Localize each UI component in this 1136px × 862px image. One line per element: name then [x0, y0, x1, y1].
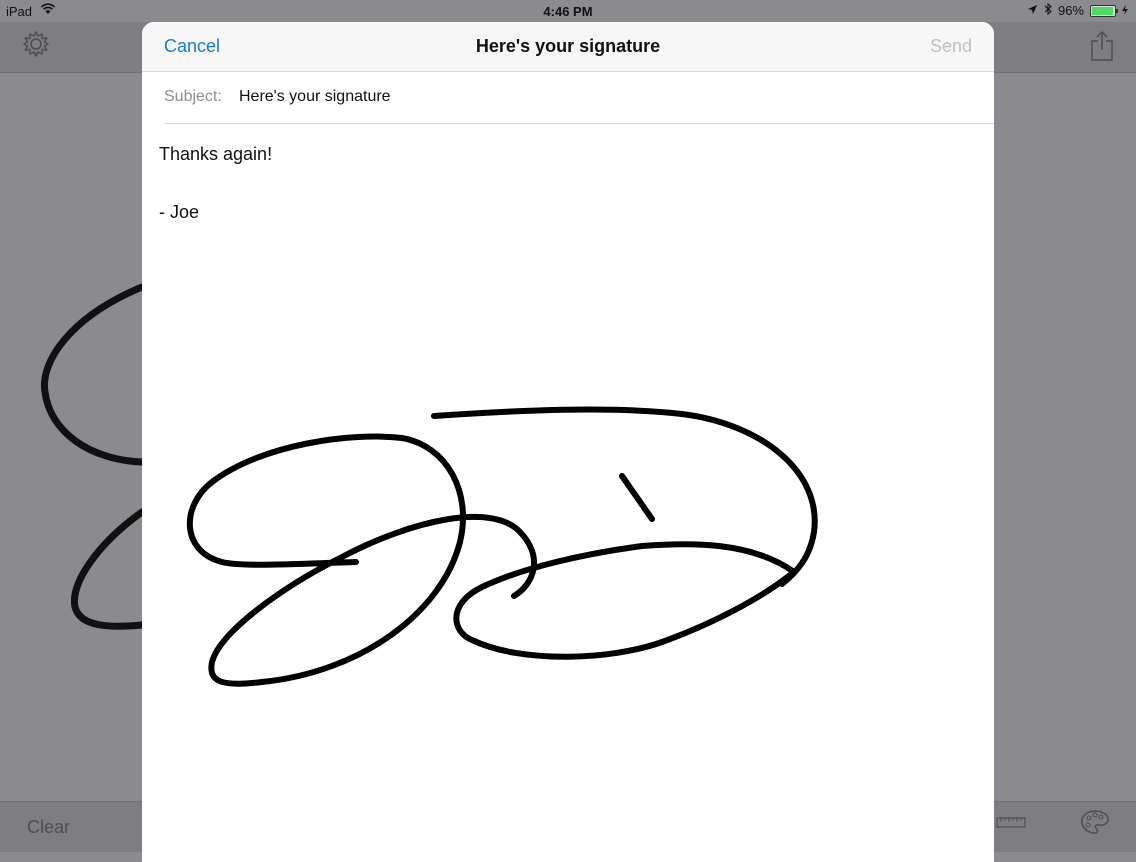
battery-percent: 96% [1057, 3, 1084, 18]
body-line: Thanks again! [159, 144, 273, 164]
signature-image [186, 406, 818, 687]
compose-title: Here's your signature [475, 36, 661, 56]
status-bar: iPad 4:46 PM 96% [0, 0, 1136, 22]
share-icon[interactable] [1090, 30, 1114, 67]
subject-field[interactable]: Subject: Here's your signature [164, 72, 994, 124]
ruler-icon[interactable] [996, 816, 1026, 834]
bluetooth-icon [1044, 2, 1052, 18]
charging-icon [1122, 3, 1128, 18]
clear-button[interactable]: Clear [27, 817, 70, 838]
mail-compose-sheet: Cancel Here's your signature Send Subjec… [142, 22, 994, 862]
message-body[interactable]: Thanks again! - Joe [159, 140, 272, 227]
body-line: - Joe [159, 202, 200, 222]
battery-icon [1090, 4, 1118, 17]
gear-icon[interactable] [22, 30, 50, 63]
status-right: 96% [1027, 2, 1128, 18]
subject-label: Subject: [164, 88, 222, 105]
status-time: 4:46 PM [543, 4, 593, 19]
location-icon [1027, 3, 1038, 18]
send-button[interactable]: Send [930, 36, 972, 57]
body-line [159, 169, 272, 198]
palette-icon[interactable] [1080, 809, 1110, 840]
compose-nav-bar: Cancel Here's your signature Send [142, 22, 994, 72]
subject-input[interactable]: Here's your signature [239, 88, 391, 106]
